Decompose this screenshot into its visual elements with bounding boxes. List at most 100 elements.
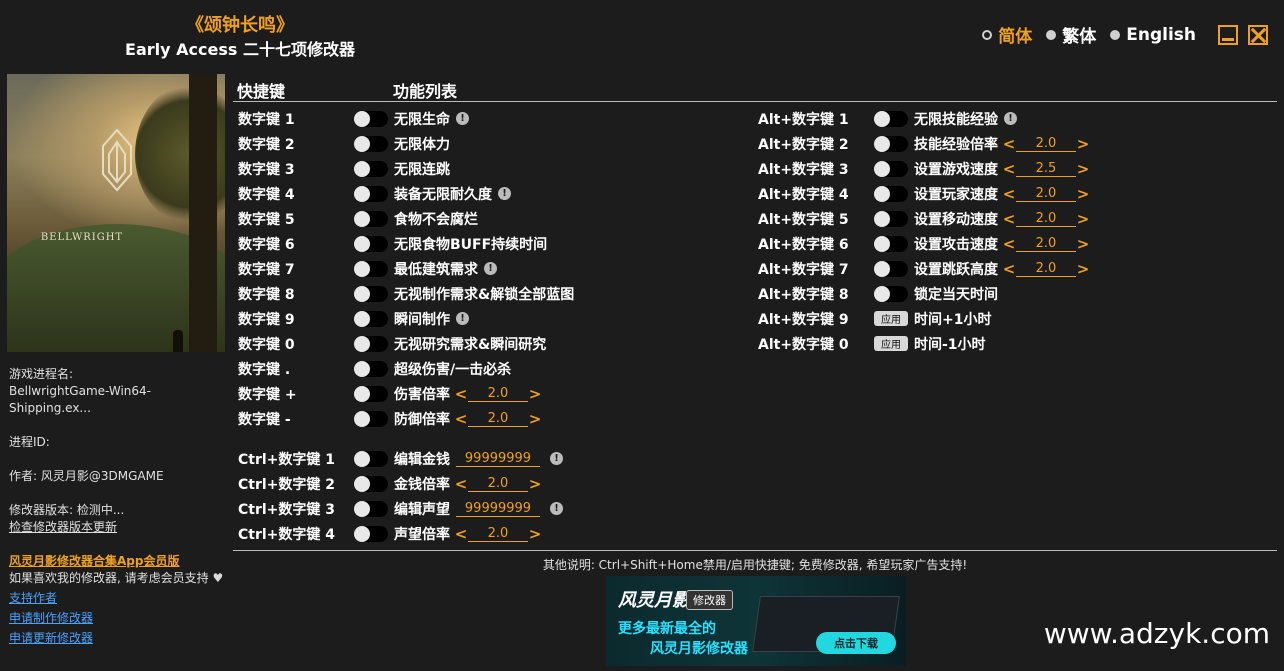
lang-traditional[interactable]: 繁体 [1046,22,1096,47]
toggle-switch[interactable] [354,185,388,202]
multiplier-value[interactable]: 2.0 [1016,211,1076,227]
toggle-switch[interactable] [354,110,388,127]
multiplier-value[interactable]: 2.0 [1016,186,1076,202]
banner-download-button[interactable]: 点击下载 [816,632,896,654]
toggle-switch[interactable] [874,135,908,152]
toggle-switch[interactable] [874,160,908,177]
decrease-arrow-icon[interactable]: < [1002,235,1016,253]
decrease-arrow-icon[interactable]: < [1002,160,1016,178]
increase-arrow-icon[interactable]: > [1076,135,1090,153]
hotkey-label: 数字键 6 [238,236,295,253]
toggle-switch[interactable] [354,335,388,352]
toggle-switch[interactable] [874,185,908,202]
info-icon[interactable]: ! [550,502,563,515]
banner-tag: 修改器 [686,590,733,610]
toggle-switch[interactable] [874,285,908,302]
toggle-switch[interactable] [354,260,388,277]
apply-button[interactable]: 应用 [874,336,908,351]
increase-arrow-icon[interactable]: > [1076,160,1090,178]
request-update-link[interactable]: 申请更新修改器 [9,630,227,647]
value-input[interactable]: 99999999 [456,451,540,467]
multiplier-value[interactable]: 2.0 [468,476,528,492]
info-icon[interactable]: ! [550,452,563,465]
trainer-name: Early Access 二十七项修改器 [125,40,355,59]
toggle-switch[interactable] [874,260,908,277]
increase-arrow-icon[interactable]: > [1076,235,1090,253]
toggle-switch[interactable] [354,285,388,302]
info-icon[interactable]: ! [484,262,497,275]
multiplier-value[interactable]: 2.0 [1016,136,1076,152]
info-icon[interactable]: ! [498,187,511,200]
multiplier-value[interactable]: 2.0 [1016,261,1076,277]
request-trainer-link[interactable]: 申请制作修改器 [9,610,227,627]
minimize-icon[interactable] [1218,24,1238,45]
toggle-switch[interactable] [874,210,908,227]
close-icon[interactable] [1248,24,1268,45]
toggle-switch[interactable] [874,235,908,252]
cheat-row: 数字键 + 伤害倍率 <2.0 > [238,381,542,406]
increase-arrow-icon[interactable]: > [528,475,542,493]
hotkey-label: Ctrl+数字键 2 [238,476,336,493]
toggle-switch[interactable] [354,500,388,517]
promo-link[interactable]: 风灵月影修改器合集App会员版 [9,553,227,570]
decrease-arrow-icon[interactable]: < [454,410,468,428]
info-icon[interactable]: ! [456,112,469,125]
cheat-row: 数字键 4 装备无限耐久度! [238,181,511,206]
toggle-switch[interactable] [354,475,388,492]
cheat-row: Alt+数字键 5 设置移动速度 <2.0 > [758,206,1090,231]
decrease-arrow-icon[interactable]: < [1002,210,1016,228]
toggle-switch[interactable] [354,360,388,377]
hotkey-label: 数字键 5 [238,211,295,228]
multiplier-value[interactable]: 2.0 [1016,236,1076,252]
decrease-arrow-icon[interactable]: < [454,385,468,403]
toggle-switch[interactable] [354,310,388,327]
toggle-switch[interactable] [354,210,388,227]
hotkey-label: 数字键 8 [238,286,295,303]
multiplier-value[interactable]: 2.0 [468,386,528,402]
increase-arrow-icon[interactable]: > [528,525,542,543]
toggle-switch[interactable] [354,135,388,152]
multiplier-value[interactable]: 2.0 [468,411,528,427]
decrease-arrow-icon[interactable]: < [454,475,468,493]
hotkey-label: 数字键 7 [238,261,295,278]
toggle-switch[interactable] [354,525,388,542]
increase-arrow-icon[interactable]: > [528,410,542,428]
feature-label: 声望倍率 [394,526,450,543]
banner-line1: 更多最新最全的 [618,621,716,637]
multiplier-value[interactable]: 2.0 [468,526,528,542]
increase-arrow-icon[interactable]: > [1076,210,1090,228]
decrease-arrow-icon[interactable]: < [1002,135,1016,153]
heart-icon: ♥ [212,571,224,585]
increase-arrow-icon[interactable]: > [528,385,542,403]
hotkey-label: 数字键 - [238,411,291,428]
support-author-link[interactable]: 支持作者 [9,590,227,607]
info-icon[interactable]: ! [456,312,469,325]
hotkey-label: Alt+数字键 8 [758,286,849,303]
lang-label: 简体 [998,27,1033,47]
feature-label: 无限技能经验 [914,111,998,128]
toggle-switch[interactable] [354,450,388,467]
info-icon[interactable]: ! [1004,112,1017,125]
cheat-row: Alt+数字键 8 锁定当天时间 [758,281,1002,306]
cheat-row: 数字键 8 无视制作需求&解锁全部蓝图 [238,281,578,306]
multiplier-value[interactable]: 2.5 [1016,161,1076,177]
lang-simplified[interactable]: 简体 [982,22,1032,47]
apply-button[interactable]: 应用 [874,311,908,326]
toggle-switch[interactable] [354,385,388,402]
toggle-switch[interactable] [874,110,908,127]
toggle-switch[interactable] [354,235,388,252]
value-input[interactable]: 99999999 [456,501,540,517]
increase-arrow-icon[interactable]: > [1076,185,1090,203]
feature-label: 超级伤害/一击必杀 [394,361,512,378]
increase-arrow-icon[interactable]: > [1076,260,1090,278]
decrease-arrow-icon[interactable]: < [454,525,468,543]
promo-banner[interactable]: 风灵月影 修改器 更多最新最全的 风灵月影修改器 点击下载 [606,576,906,666]
feature-label: 最低建筑需求 [394,261,478,278]
feature-label: 设置攻击速度 [914,236,998,253]
decrease-arrow-icon[interactable]: < [1002,185,1016,203]
lang-english[interactable]: English [1110,25,1196,45]
toggle-switch[interactable] [354,160,388,177]
decrease-arrow-icon[interactable]: < [1002,260,1016,278]
toggle-switch[interactable] [354,410,388,427]
check-update-link[interactable]: 检查修改器版本更新 [9,519,227,536]
